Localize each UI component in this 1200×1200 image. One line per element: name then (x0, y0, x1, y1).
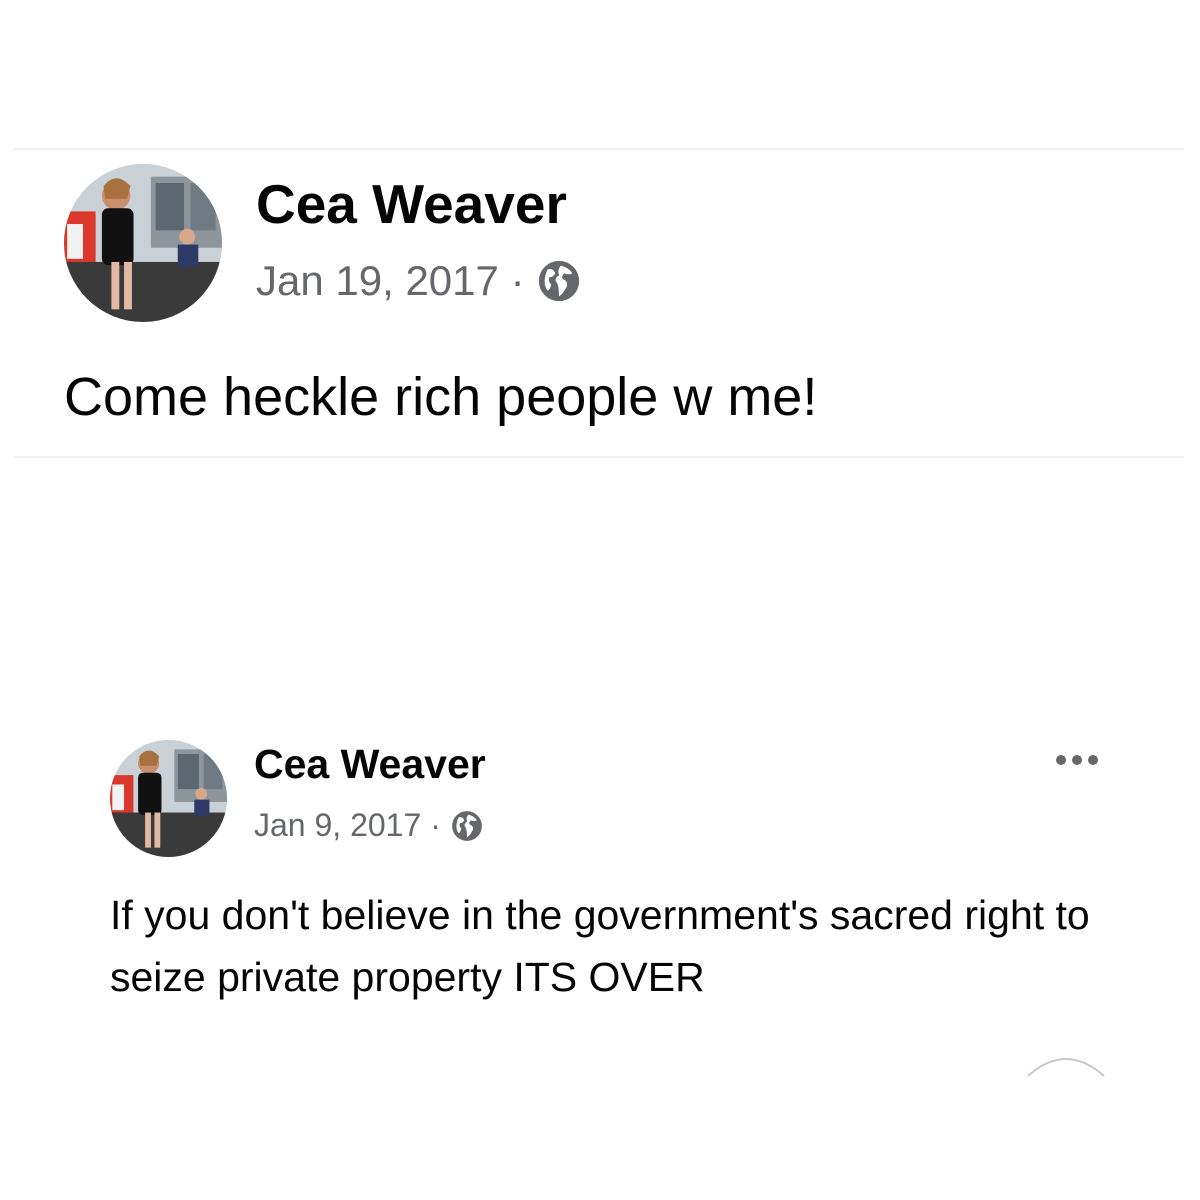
post-date[interactable]: Jan 9, 2017 (254, 807, 421, 844)
more-dot (1088, 755, 1098, 765)
post-meta: Jan 19, 2017 · (256, 257, 582, 305)
post-date[interactable]: Jan 19, 2017 (256, 257, 499, 305)
post-text: If you don't believe in the government's… (110, 892, 1090, 1000)
post-divider-top (14, 148, 1184, 150)
post-divider-bottom (14, 456, 1184, 458)
reaction-button-edge[interactable] (1024, 1050, 1108, 1080)
globe-icon (536, 258, 582, 304)
author-name[interactable]: Cea Weaver (254, 741, 486, 788)
avatar[interactable] (64, 164, 222, 322)
globe-icon (450, 809, 484, 843)
more-dot (1072, 755, 1082, 765)
post-meta: Jan 9, 2017 · (254, 807, 484, 844)
avatar[interactable] (110, 740, 227, 857)
more-dot (1056, 755, 1066, 765)
meta-separator: · (510, 257, 525, 304)
post-text: Come heckle rich people w me! (64, 367, 818, 427)
more-options-icon[interactable] (1056, 755, 1098, 765)
meta-separator: · (430, 807, 441, 843)
author-name[interactable]: Cea Weaver (256, 172, 567, 236)
